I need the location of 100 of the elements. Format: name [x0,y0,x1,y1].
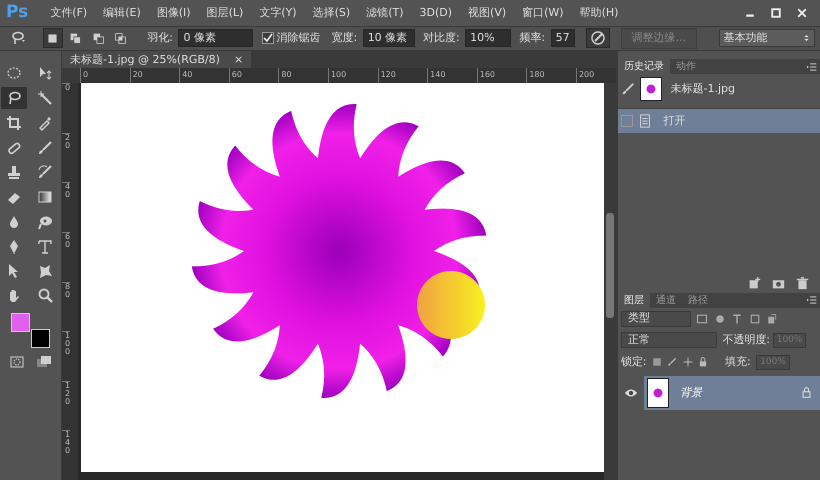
ruler-label: 0 [65,83,70,92]
ruler-label: 120 [380,70,396,80]
panel-tab[interactable]: 动作 [670,59,702,74]
gradient-icon[interactable] [36,189,53,205]
input-field[interactable]: 10 像素 [362,29,415,48]
menu-item[interactable]: 图层(L) [198,4,252,21]
stylus-pressure-icon[interactable] [590,30,606,46]
menu-item[interactable]: 编辑(E) [95,4,149,21]
maximize-icon[interactable] [770,6,782,19]
field-label: 锁定: [620,354,646,370]
menu-item[interactable]: 视图(V) [460,4,514,21]
scrollbar-thumb[interactable] [606,213,614,318]
ruler-label: 140 [430,70,446,80]
workspace-dropdown[interactable]: 基本功能 [718,29,814,48]
panel-tab[interactable]: 历史记录 [618,59,670,74]
document-tab[interactable]: 未标题-1.jpg @ 25%(RGB/8) [70,52,220,68]
checkbox[interactable] [620,115,633,127]
ruler-label: 100 [330,70,346,80]
caret-icon [802,33,810,44]
history-brush-icon [620,82,635,96]
ruler-label: 80 [281,70,292,80]
lasso-icon[interactable] [6,90,22,106]
ruler-label: 140 [65,430,70,456]
menu-item[interactable]: 滤镜(T) [358,4,412,21]
ruler-label: 60 [65,232,70,250]
layer-name[interactable]: 背景 [680,384,702,402]
screen-mode-icon[interactable] [36,354,52,370]
lock-pixels-icon[interactable] [652,357,662,368]
subtract-selection-icon[interactable] [92,32,104,45]
close-tab-button[interactable]: × [234,52,244,68]
input-field[interactable]: 10% [465,29,512,48]
shape-filter-icon[interactable] [748,312,761,324]
menu-item[interactable]: 3D(D) [412,4,460,21]
checkbox[interactable] [262,32,274,44]
crop-icon[interactable] [6,114,22,131]
filter-dropdown[interactable]: 类型 [620,310,691,326]
ruler-label: 120 [65,380,70,406]
field-label: 羽化: [147,30,173,46]
new-selection-icon[interactable] [46,32,59,45]
ruler-label: 60 [232,70,242,80]
ruler-label: 100 [65,331,70,356]
app-logo: Ps [5,1,30,24]
checkbox-label: 消除锯齿 [276,30,320,46]
zoom-icon[interactable] [36,288,53,304]
trash-icon[interactable] [796,277,809,290]
quick-mask-icon[interactable] [9,354,25,370]
ruler-label: 80 [65,282,70,299]
document-icon [638,114,652,128]
panel-menu-icon[interactable] [807,62,818,72]
move-icon[interactable] [682,357,693,368]
flower-thumbnail-icon [645,83,658,95]
bandage-icon[interactable] [6,140,22,156]
brush-icon[interactable] [36,140,53,156]
stamp-icon[interactable] [6,164,22,180]
panel-tab[interactable]: 图层 [618,292,650,308]
dodge-icon[interactable] [36,214,53,230]
ruler-label: 20 [65,132,70,150]
eyedropper-icon[interactable] [36,114,53,131]
flower-thumbnail-icon [652,387,664,399]
history-brush-icon[interactable] [36,164,53,180]
text-filter-icon[interactable] [731,312,744,324]
field-label: 宽度: [331,30,358,46]
history-item[interactable]: 打开 [663,112,686,130]
magic-wand-icon[interactable] [36,90,53,106]
panel-tab[interactable]: 通道 [650,292,682,308]
add-selection-icon[interactable] [68,32,82,45]
input-field[interactable]: 0 像素 [178,29,254,48]
panel-tab[interactable]: 路径 [682,292,714,308]
panel-menu-icon[interactable] [807,295,818,306]
ruler-label: 160 [480,70,496,80]
menu-item[interactable]: 选择(S) [304,4,358,21]
type-icon[interactable] [36,238,53,254]
ruler-label: 0 [83,70,88,80]
blend-mode-dropdown[interactable]: 正常 [620,332,717,348]
intersect-selection-icon[interactable] [114,32,128,45]
lock-icon[interactable] [698,357,708,368]
smart-object-filter-icon[interactable] [766,312,778,324]
ruler-label: 200 [578,70,594,80]
menu-item[interactable]: 文字(Y) [251,4,305,21]
brush-icon[interactable] [667,357,678,368]
marquee-icon[interactable] [6,65,22,82]
brush-cursor-icon [416,271,485,340]
ruler-label: 20 [132,70,143,80]
foreground-color-swatch[interactable] [10,312,30,332]
background-color-swatch[interactable] [30,328,50,348]
field-label: 填充: [724,354,751,370]
input-field[interactable]: 57 [550,29,575,48]
menu-item[interactable]: 窗口(W) [514,4,572,21]
menu-item[interactable]: 图像(I) [148,4,199,21]
close-icon[interactable] [796,6,808,19]
new-document-icon[interactable] [748,277,761,290]
circle-filter-icon[interactable] [714,312,726,324]
menu-item[interactable]: 帮助(H) [572,4,626,21]
field-label: 不透明度: [722,332,770,348]
snapshot-name: 未标题-1.jpg [670,80,735,97]
menu-item[interactable]: 文件(F) [42,4,96,21]
image-filter-icon[interactable] [696,312,708,324]
ruler-label: 40 [182,70,192,80]
field-label: 对比度: [422,30,460,46]
field-label: 频率: [519,30,546,46]
